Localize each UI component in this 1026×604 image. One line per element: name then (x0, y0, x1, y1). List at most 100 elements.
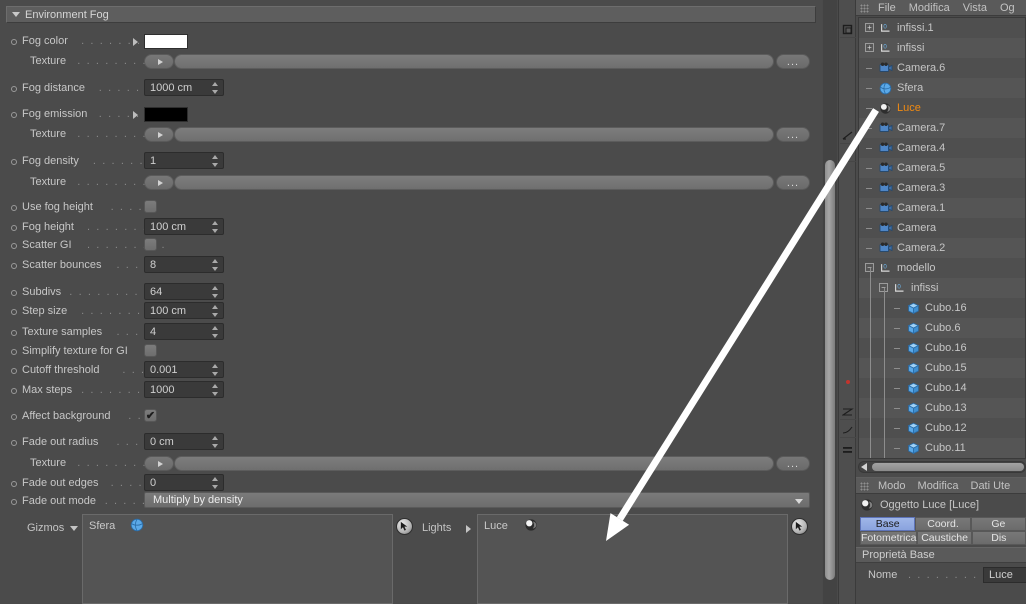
spinner-max-steps[interactable] (211, 384, 218, 396)
texture-play-button-6[interactable] (144, 175, 174, 190)
texture-options-button-19[interactable]: ... (776, 456, 810, 471)
menu-item-oggetti[interactable]: Og (1000, 2, 1015, 14)
lights-item-label[interactable]: Luce (484, 520, 508, 532)
animation-track-dot[interactable] (11, 368, 17, 374)
texture-options-button-4[interactable]: ... (776, 127, 810, 142)
grip-dots-icon[interactable] (860, 482, 869, 491)
animation-track-dot[interactable] (11, 205, 17, 211)
animation-track-dot[interactable] (11, 39, 17, 45)
animation-track-dot[interactable] (11, 309, 17, 315)
number-input-fog-height[interactable]: 100 cm (144, 218, 224, 235)
tree-node-infissi-1[interactable]: +0 infissi (859, 38, 1025, 58)
animation-track-dot[interactable] (11, 349, 17, 355)
checkbox-use-fog-height[interactable] (144, 200, 157, 213)
section-header-environment-fog[interactable]: Environment Fog (6, 6, 816, 23)
color-expander-fog-color[interactable] (133, 38, 138, 46)
animation-track-dot[interactable] (11, 330, 17, 336)
animation-track-dot[interactable] (11, 263, 17, 269)
spinner-cutoff-threshold[interactable] (211, 364, 218, 376)
main-panel-scrollbar-thumb[interactable] (825, 160, 835, 580)
number-input-scatter-bounces[interactable]: 8 (144, 256, 224, 273)
tree-node-luce-4[interactable]: Luce (859, 98, 1025, 118)
number-input-texture-samples[interactable]: 4 (144, 323, 224, 340)
animation-track-dot[interactable] (11, 243, 17, 249)
dropdown-fade-out-mode[interactable]: Multiply by density (144, 492, 810, 508)
tab-caustiche[interactable]: Caustiche (917, 531, 972, 545)
spinner-scatter-bounces[interactable] (211, 259, 218, 271)
menu-item-vista[interactable]: Vista (963, 2, 987, 14)
number-input-cutoff-threshold[interactable]: 0.001 (144, 361, 224, 378)
animation-track-dot[interactable] (11, 440, 17, 446)
texture-options-button-1[interactable]: ... (776, 54, 810, 69)
animation-track-dot[interactable] (11, 112, 17, 118)
attr-menu-modifica[interactable]: Modifica (918, 480, 959, 492)
scroll-left-icon[interactable] (861, 463, 867, 471)
texture-play-button-1[interactable] (144, 54, 174, 69)
animation-track-dot[interactable] (11, 225, 17, 231)
tree-node-camera-7-5[interactable]: Camera.7 (859, 118, 1025, 138)
gizmos-picker-button[interactable] (396, 518, 413, 535)
spinner-fog-distance[interactable] (211, 82, 218, 94)
toolbar-button-curve-3[interactable] (840, 404, 856, 420)
tree-node-sfera-3[interactable]: Sfera (859, 78, 1025, 98)
toolbar-button-lines[interactable] (840, 442, 856, 458)
tree-node-modello-12[interactable]: −0 modello (859, 258, 1025, 278)
toolbar-button-curve-2[interactable] (840, 146, 856, 162)
number-input-subdivs[interactable]: 64 (144, 283, 224, 300)
number-input-max-steps[interactable]: 1000 (144, 381, 224, 398)
toolbar-button-curve-1[interactable] (840, 128, 856, 144)
object-tree[interactable]: +0 infissi.1 +0 infissi Camera.6 Sfera Luce Cam… (858, 17, 1026, 459)
tree-node-camera-2-11[interactable]: Camera.2 (859, 238, 1025, 258)
tab-dispersione[interactable]: Dis (971, 531, 1026, 545)
animation-track-dot[interactable] (11, 414, 17, 420)
number-input-fade-out-radius[interactable]: 0 cm (144, 433, 224, 450)
tab-fotometrica[interactable]: Fotometrica (860, 531, 918, 545)
spinner-subdivs[interactable] (211, 286, 218, 298)
texture-field-4[interactable] (174, 127, 774, 142)
spinner-fade-out-radius[interactable] (211, 436, 218, 448)
tree-node-camera-10[interactable]: Camera (859, 218, 1025, 238)
gizmos-item-label[interactable]: Sfera (89, 520, 115, 532)
checkbox-scatter-gi[interactable] (144, 238, 157, 251)
menu-item-modifica[interactable]: Modifica (909, 2, 950, 14)
menu-item-file[interactable]: File (878, 2, 896, 14)
nome-input[interactable]: Luce (983, 567, 1026, 583)
grip-dots-icon[interactable] (860, 4, 869, 13)
tree-node-infissi-1-0[interactable]: +0 infissi.1 (859, 18, 1025, 38)
tree-node-camera-3-8[interactable]: Camera.3 (859, 178, 1025, 198)
toolbar-button-frame[interactable] (840, 22, 856, 38)
tree-expander-0[interactable]: + (865, 23, 874, 32)
tree-hscroll-thumb[interactable] (872, 463, 1024, 471)
color-expander-fog-emission[interactable] (133, 111, 138, 119)
spinner-step-size[interactable] (211, 305, 218, 317)
toolbar-marker-red[interactable] (840, 374, 856, 390)
lights-expander-icon[interactable] (466, 525, 471, 533)
texture-options-button-6[interactable]: ... (776, 175, 810, 190)
tree-horizontal-scrollbar[interactable] (858, 461, 1026, 473)
texture-field-6[interactable] (174, 175, 774, 190)
spinner-texture-samples[interactable] (211, 326, 218, 338)
number-input-step-size[interactable]: 100 cm (144, 302, 224, 319)
texture-play-button-4[interactable] (144, 127, 174, 142)
gizmos-dropdown-icon[interactable] (70, 526, 78, 531)
tree-node-camera-6-2[interactable]: Camera.6 (859, 58, 1025, 78)
number-input-fog-distance[interactable]: 1000 cm (144, 79, 224, 96)
tab-generale[interactable]: Ge (970, 517, 1026, 531)
attr-menu-modo[interactable]: Modo (878, 480, 906, 492)
tree-node-camera-4-6[interactable]: Camera.4 (859, 138, 1025, 158)
gizmos-listbox[interactable]: Sfera (82, 514, 393, 604)
tree-node-camera-5-7[interactable]: Camera.5 (859, 158, 1025, 178)
texture-play-button-19[interactable] (144, 456, 174, 471)
number-input-fade-out-edges[interactable]: 0 (144, 474, 224, 491)
animation-track-dot[interactable] (11, 86, 17, 92)
color-swatch-fog-emission[interactable] (144, 107, 188, 122)
spinner-fade-out-edges[interactable] (211, 477, 218, 489)
texture-field-1[interactable] (174, 54, 774, 69)
tab-base[interactable]: Base (860, 517, 916, 531)
animation-track-dot[interactable] (11, 290, 17, 296)
spinner-fog-density[interactable] (211, 155, 218, 167)
spinner-fog-height[interactable] (211, 221, 218, 233)
toolbar-button-curve-4[interactable] (840, 422, 856, 438)
tree-node-camera-1-9[interactable]: Camera.1 (859, 198, 1025, 218)
tab-coord[interactable]: Coord. (915, 517, 971, 531)
